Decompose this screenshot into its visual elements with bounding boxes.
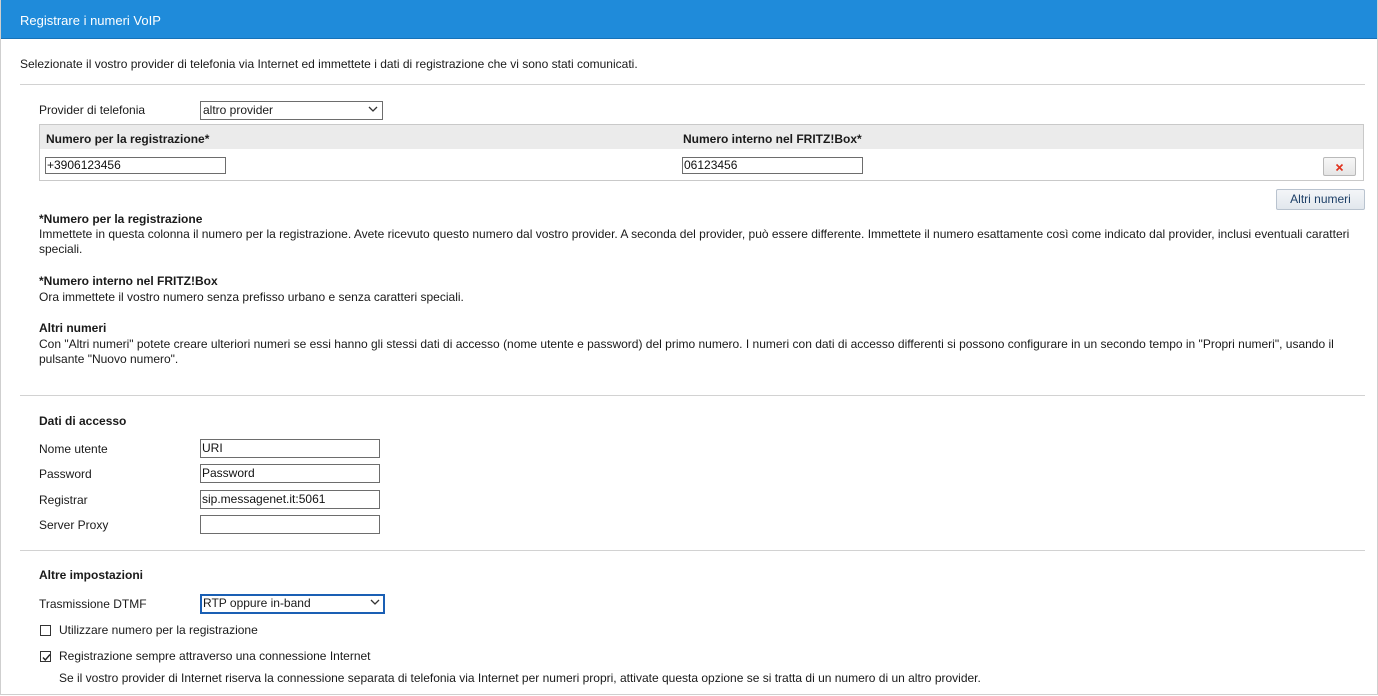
chevron-down-icon	[370, 599, 380, 605]
proxy-label: Server Proxy	[39, 518, 109, 532]
use-reg-number-label: Utilizzare numero per la registrazione	[59, 623, 258, 637]
divider	[20, 84, 1365, 85]
dtmf-select-value: RTP oppure in-band	[203, 596, 311, 610]
delete-row-button[interactable]	[1323, 157, 1356, 176]
use-reg-number-checkbox[interactable]	[40, 625, 51, 636]
col-internal-header: Numero interno nel FRITZ!Box*	[683, 132, 862, 146]
provider-label: Provider di telefonia	[39, 103, 146, 117]
help-internal-text: Ora immettete il vostro numero senza pre…	[39, 290, 464, 304]
dtmf-select[interactable]: RTP oppure in-band	[200, 594, 385, 614]
close-icon	[1335, 163, 1344, 172]
help-reg-text: Immettete in questa colonna il numero pe…	[39, 227, 1350, 256]
password-input[interactable]: Password	[200, 464, 380, 483]
always-internet-note: Se il vostro provider di Internet riserv…	[59, 671, 981, 685]
username-label: Nome utente	[39, 442, 108, 456]
registrar-label: Registrar	[39, 493, 88, 507]
registrar-input[interactable]: sip.messagenet.it:5061	[200, 490, 380, 509]
chevron-down-icon	[368, 106, 378, 112]
password-label: Password	[39, 467, 92, 481]
help-more-text: Con "Altri numeri" potete creare ulterio…	[39, 337, 1334, 366]
help-internal-title: *Numero interno nel FRITZ!Box	[39, 274, 218, 288]
internal-number-input[interactable]: 06123456	[682, 157, 863, 174]
voip-dialog: Registrare i numeri VoIP Selezionate il …	[0, 0, 1378, 695]
provider-select[interactable]: altro provider	[200, 101, 383, 120]
checkmark-icon	[42, 654, 51, 662]
intro-text: Selezionate il vostro provider di telefo…	[20, 57, 638, 71]
help-reg-title: *Numero per la registrazione	[39, 212, 203, 226]
other-section-title: Altre impostazioni	[39, 568, 144, 582]
help-more-title: Altri numeri	[39, 321, 107, 335]
divider	[20, 550, 1365, 551]
more-numbers-button[interactable]: Altri numeri	[1276, 189, 1365, 210]
col-registration-header: Numero per la registrazione*	[46, 132, 210, 146]
divider	[20, 395, 1365, 396]
dtmf-label: Trasmissione DTMF	[39, 597, 147, 611]
access-section-title: Dati di accesso	[39, 414, 127, 428]
provider-select-value: altro provider	[203, 103, 274, 117]
proxy-input[interactable]	[200, 515, 380, 534]
username-input[interactable]: URI	[200, 439, 380, 458]
registration-number-input[interactable]: +3906123456	[45, 157, 226, 174]
always-internet-label: Registrazione sempre attraverso una conn…	[59, 649, 371, 663]
title-bar: Registrare i numeri VoIP	[1, 0, 1377, 39]
always-internet-checkbox[interactable]	[40, 651, 51, 662]
window-title: Registrare i numeri VoIP	[20, 13, 161, 28]
